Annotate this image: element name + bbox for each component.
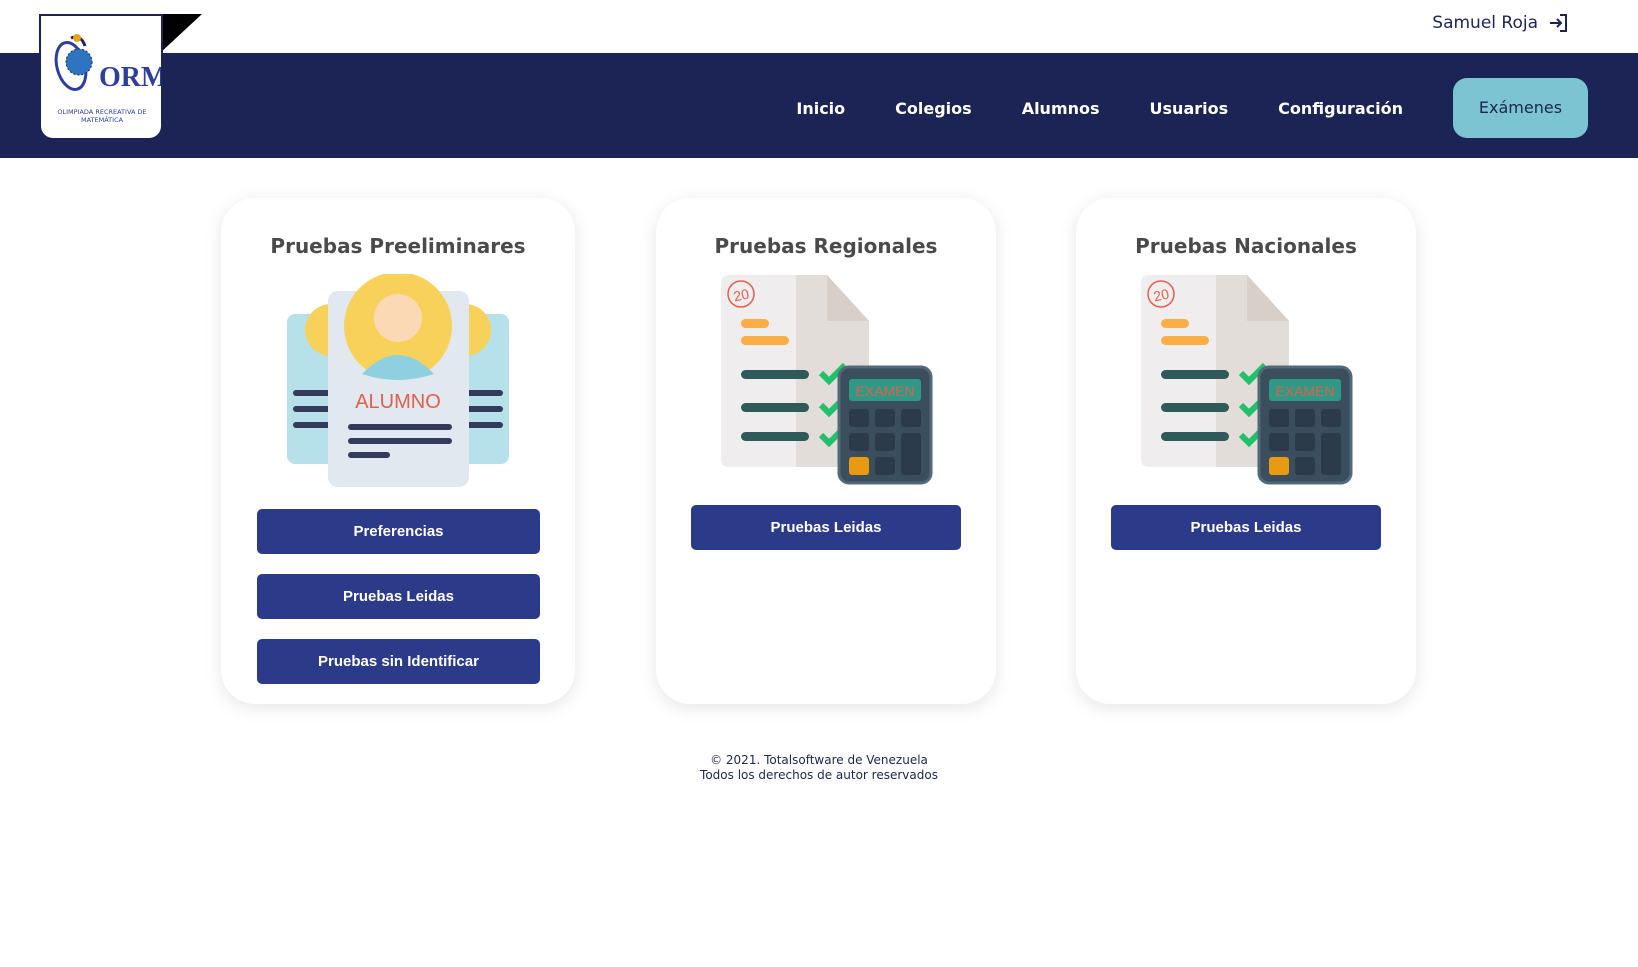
footer: © 2021. Totalsoftware de Venezuela Todos… bbox=[0, 753, 1638, 783]
nav-item-inicio[interactable]: Inicio bbox=[796, 99, 845, 118]
footer-copyright: © 2021. Totalsoftware de Venezuela bbox=[710, 753, 928, 767]
logo-text: ORM bbox=[99, 62, 161, 93]
nav-item-colegios[interactable]: Colegios bbox=[895, 99, 972, 118]
examen-label: EXAMEN bbox=[855, 383, 914, 399]
footer-rights: Todos los derechos de autor reservados bbox=[700, 768, 938, 782]
user-menu[interactable]: Samuel Roja bbox=[1432, 12, 1570, 34]
logo-caption: OLIMPIADA RECREATIVA DE MATEMÁTICA bbox=[57, 108, 147, 124]
preferencias-button[interactable]: Preferencias bbox=[257, 509, 540, 554]
pruebas-leidas-button[interactable]: Pruebas Leidas bbox=[257, 574, 540, 619]
exam-calculator-icon: 20 EXAMEN bbox=[1141, 275, 1353, 485]
logo[interactable]: ORM OLIMPIADA RECREATIVA DE MATEMÁTICA bbox=[39, 14, 163, 140]
nav-item-alumnos[interactable]: Alumnos bbox=[1022, 99, 1100, 118]
student-id-icon: ALUMNO bbox=[287, 274, 509, 487]
main-navbar: Inicio Colegios Alumnos Usuarios Configu… bbox=[0, 53, 1638, 158]
card-title: Pruebas Regionales bbox=[714, 234, 938, 258]
card-title: Pruebas Nacionales bbox=[1135, 234, 1357, 258]
examen-label: EXAMEN bbox=[1275, 383, 1334, 399]
user-name: Samuel Roja bbox=[1432, 13, 1538, 33]
nav-item-configuracion[interactable]: Configuración bbox=[1278, 99, 1403, 118]
pruebas-sin-identificar-button[interactable]: Pruebas sin Identificar bbox=[257, 639, 540, 684]
nav-links: Inicio Colegios Alumnos Usuarios Configu… bbox=[746, 78, 1588, 138]
logo-corner-decoration bbox=[160, 14, 202, 53]
card-title: Pruebas Preeliminares bbox=[270, 234, 526, 258]
card-pruebas-nacionales: Pruebas Nacionales 20 EXAMEN Pruebas Lei… bbox=[1076, 198, 1416, 704]
pruebas-leidas-button[interactable]: Pruebas Leidas bbox=[1111, 505, 1381, 550]
pruebas-leidas-button[interactable]: Pruebas Leidas bbox=[691, 505, 961, 550]
nav-item-examenes[interactable]: Exámenes bbox=[1453, 78, 1588, 138]
card-pruebas-regionales: Pruebas Regionales 20 EXAMEN Pruebas Lei… bbox=[656, 198, 996, 704]
logout-icon[interactable] bbox=[1548, 12, 1570, 34]
alumno-label: ALUMNO bbox=[355, 391, 441, 413]
exam-calculator-icon: 20 EXAMEN bbox=[721, 275, 933, 485]
card-pruebas-preeliminares: Pruebas Preeliminares ALUMNO Preferencia… bbox=[221, 198, 575, 704]
top-bar: Samuel Roja bbox=[0, 0, 1638, 53]
nav-item-usuarios[interactable]: Usuarios bbox=[1150, 99, 1229, 118]
